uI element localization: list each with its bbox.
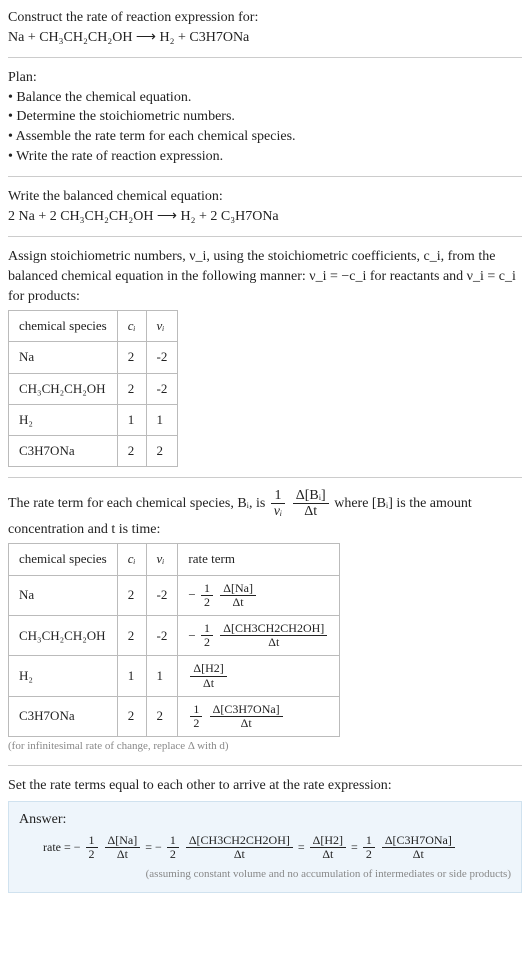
plan-item: Write the rate of reaction expression. [8,147,522,167]
stoich-intro: Assign stoichiometric numbers, ν_i, usin… [8,247,522,306]
unbalanced-equation: Na + CH₃CH₂CH₂OH ⟶ H₂ + C3H7ONa [8,28,522,48]
rate-frac-delta: Δ[Bᵢ] Δt [293,488,329,520]
table-row: Na 2 -2 − 12 Δ[Na]Δt [9,575,340,615]
rateterm-intro: The rate term for each chemical species,… [8,488,522,539]
rateterm-intro-pre: The rate term for each chemical species,… [8,496,269,511]
table-header-row: chemical species cᵢ νᵢ rate term [9,544,340,575]
delta-frac: Δ[CH3CH2CH2OH]Δt [186,834,293,861]
cell-vi: -2 [146,342,178,373]
stoich-section: Assign stoichiometric numbers, ν_i, usin… [8,247,522,467]
cell-ci: 1 [117,656,146,696]
cell-species: C3H7ONa [9,696,118,736]
coef-frac: 12 [201,582,213,609]
divider [8,765,522,766]
cell-rateterm: − 12 Δ[CH3CH2CH2OH]Δt [178,616,340,656]
cell-ci: 1 [117,404,146,435]
cell-rateterm: Δ[H2]Δt [178,656,340,696]
delta-frac: Δ[H2]Δt [190,662,226,689]
rate-expression: rate = − 12 Δ[Na]Δt = − 12 Δ[CH3CH2CH2OH… [19,834,511,861]
problem-prompt: Construct the rate of reaction expressio… [8,8,522,28]
plan-item: Determine the stoichiometric numbers. [8,107,522,127]
stoich-table: chemical species cᵢ νᵢ Na 2 -2 CH₃CH₂CH₂… [8,310,178,467]
delta-frac: Δ[CH3CH2CH2OH]Δt [220,622,327,649]
cell-vi: 1 [146,656,178,696]
problem-statement: Construct the rate of reaction expressio… [8,8,522,47]
cell-species: C3H7ONa [9,435,118,466]
table-row: H₂ 1 1 [9,404,178,435]
table-row: CH₃CH₂CH₂OH 2 -2 [9,373,178,404]
rate-frac-coef: 1 νᵢ [271,488,285,520]
cell-ci: 2 [117,342,146,373]
answer-box: Answer: rate = − 12 Δ[Na]Δt = − 12 Δ[CH3… [8,801,522,893]
col-species: chemical species [9,544,118,575]
table-header-row: chemical species cᵢ νᵢ [9,311,178,342]
rateterm-section: The rate term for each chemical species,… [8,488,522,754]
cell-ci: 2 [117,435,146,466]
cell-ci: 2 [117,373,146,404]
delta-frac: Δ[Na]Δt [105,834,141,861]
cell-species: CH₃CH₂CH₂OH [9,373,118,404]
assumption-note: (assuming constant volume and no accumul… [19,867,511,882]
cell-vi: 2 [146,696,178,736]
cell-rateterm: 12 Δ[C3H7ONa]Δt [178,696,340,736]
balanced-intro: Write the balanced chemical equation: [8,187,522,207]
col-vi: νᵢ [146,544,178,575]
coef-frac: 12 [86,834,98,861]
col-species: chemical species [9,311,118,342]
cell-species: H₂ [9,404,118,435]
table-row: CH₃CH₂CH₂OH 2 -2 − 12 Δ[CH3CH2CH2OH]Δt [9,616,340,656]
col-ci: cᵢ [117,544,146,575]
cell-rateterm: − 12 Δ[Na]Δt [178,575,340,615]
coef-frac: 12 [201,622,213,649]
cell-species: H₂ [9,656,118,696]
cell-vi: 2 [146,435,178,466]
divider [8,57,522,58]
balanced-equation: 2 Na + 2 CH₃CH₂CH₂OH ⟶ H₂ + 2 C₃H7ONa [8,207,522,227]
balanced-section: Write the balanced chemical equation: 2 … [8,187,522,226]
delta-frac: Δ[H2]Δt [310,834,346,861]
divider [8,176,522,177]
final-section: Set the rate terms equal to each other t… [8,776,522,894]
rateterm-note: (for infinitesimal rate of change, repla… [8,739,522,754]
cell-ci: 2 [117,616,146,656]
coef-frac: 12 [363,834,375,861]
rate-word: rate [43,839,61,856]
cell-vi: -2 [146,575,178,615]
cell-vi: -2 [146,616,178,656]
delta-frac: Δ[C3H7ONa]Δt [210,703,283,730]
delta-frac: Δ[Na]Δt [220,582,256,609]
table-row: C3H7ONa 2 2 [9,435,178,466]
cell-vi: 1 [146,404,178,435]
table-row: Na 2 -2 [9,342,178,373]
final-intro: Set the rate terms equal to each other t… [8,776,522,796]
col-vi: νᵢ [146,311,178,342]
coef-frac: 12 [167,834,179,861]
plan-title: Plan: [8,68,522,88]
plan-section: Plan: Balance the chemical equation. Det… [8,68,522,166]
cell-ci: 2 [117,575,146,615]
cell-species: Na [9,575,118,615]
col-rate: rate term [178,544,340,575]
plan-item: Assemble the rate term for each chemical… [8,127,522,147]
cell-species: Na [9,342,118,373]
cell-ci: 2 [117,696,146,736]
plan-list: Balance the chemical equation. Determine… [8,88,522,166]
plan-item: Balance the chemical equation. [8,88,522,108]
cell-species: CH₃CH₂CH₂OH [9,616,118,656]
divider [8,236,522,237]
cell-vi: -2 [146,373,178,404]
divider [8,477,522,478]
rateterm-table: chemical species cᵢ νᵢ rate term Na 2 -2… [8,543,340,737]
table-row: C3H7ONa 2 2 12 Δ[C3H7ONa]Δt [9,696,340,736]
coef-frac: 12 [190,703,202,730]
col-ci: cᵢ [117,311,146,342]
answer-label: Answer: [19,810,511,830]
table-row: H₂ 1 1 Δ[H2]Δt [9,656,340,696]
delta-frac: Δ[C3H7ONa]Δt [382,834,455,861]
